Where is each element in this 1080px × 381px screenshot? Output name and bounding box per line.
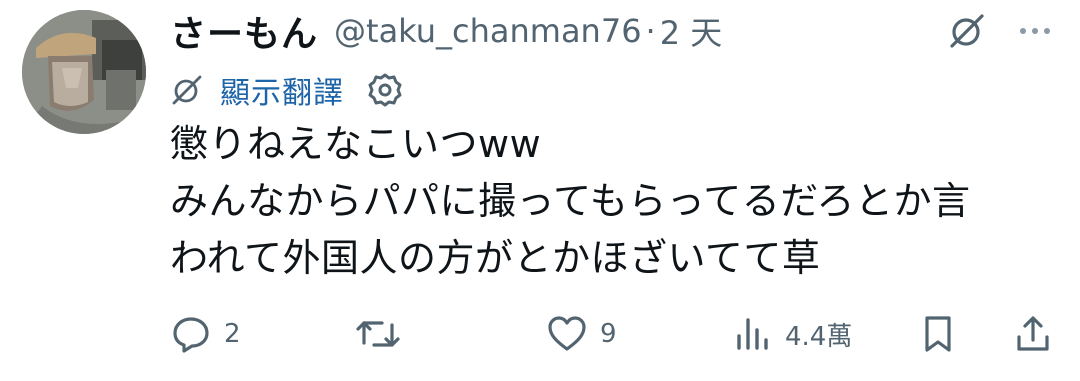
translate-row: 顯示翻譯	[170, 68, 404, 112]
tweet-text: 懲りねえなこいつww みんなからパパに撮ってもらってるだろとか言 われて外国人の…	[170, 116, 1070, 287]
avatar-image	[22, 10, 146, 134]
views-icon	[737, 318, 768, 350]
grok-slash-icon	[172, 75, 202, 105]
share-button[interactable]	[1012, 310, 1054, 358]
gear-icon[interactable]	[366, 71, 404, 109]
reply-icon	[173, 317, 209, 353]
more-icon[interactable]	[1012, 8, 1058, 54]
views-button[interactable]: 4.4萬	[733, 310, 852, 358]
show-translation-link[interactable]: 顯示翻譯	[220, 68, 344, 112]
avatar[interactable]	[22, 10, 146, 134]
reply-count: 2	[224, 319, 241, 349]
retweet-button[interactable]	[354, 310, 414, 358]
retweet-icon	[356, 321, 400, 347]
tweet-timestamp[interactable]: 2 天	[660, 8, 723, 54]
tweet-header: さーもん @taku_chanman76 · 2 天	[170, 6, 722, 56]
grok-slash-icon[interactable]	[944, 8, 990, 54]
tweet-card: さーもん @taku_chanman76 · 2 天 顯示翻譯 懲りねえなこいつ…	[0, 0, 1080, 381]
share-icon	[1017, 316, 1049, 351]
bookmark-button[interactable]	[918, 310, 958, 358]
tweet-line: われて外国人の方がとかほざいてて草	[170, 236, 821, 280]
tweet-line: みんなからパパに撮ってもらってるだろとか言	[170, 179, 971, 223]
meta-separator: ·	[645, 12, 656, 50]
like-icon	[548, 316, 586, 351]
tweet-line: 懲りねえなこいつww	[170, 122, 542, 166]
like-count: 9	[600, 319, 617, 349]
bookmark-icon	[925, 316, 951, 352]
reply-button[interactable]: 2	[170, 310, 241, 358]
views-count: 4.4萬	[785, 321, 853, 352]
author-display-name[interactable]: さーもん	[170, 5, 318, 57]
like-button[interactable]: 9	[546, 310, 617, 358]
author-handle[interactable]: @taku_chanman76	[334, 12, 642, 50]
